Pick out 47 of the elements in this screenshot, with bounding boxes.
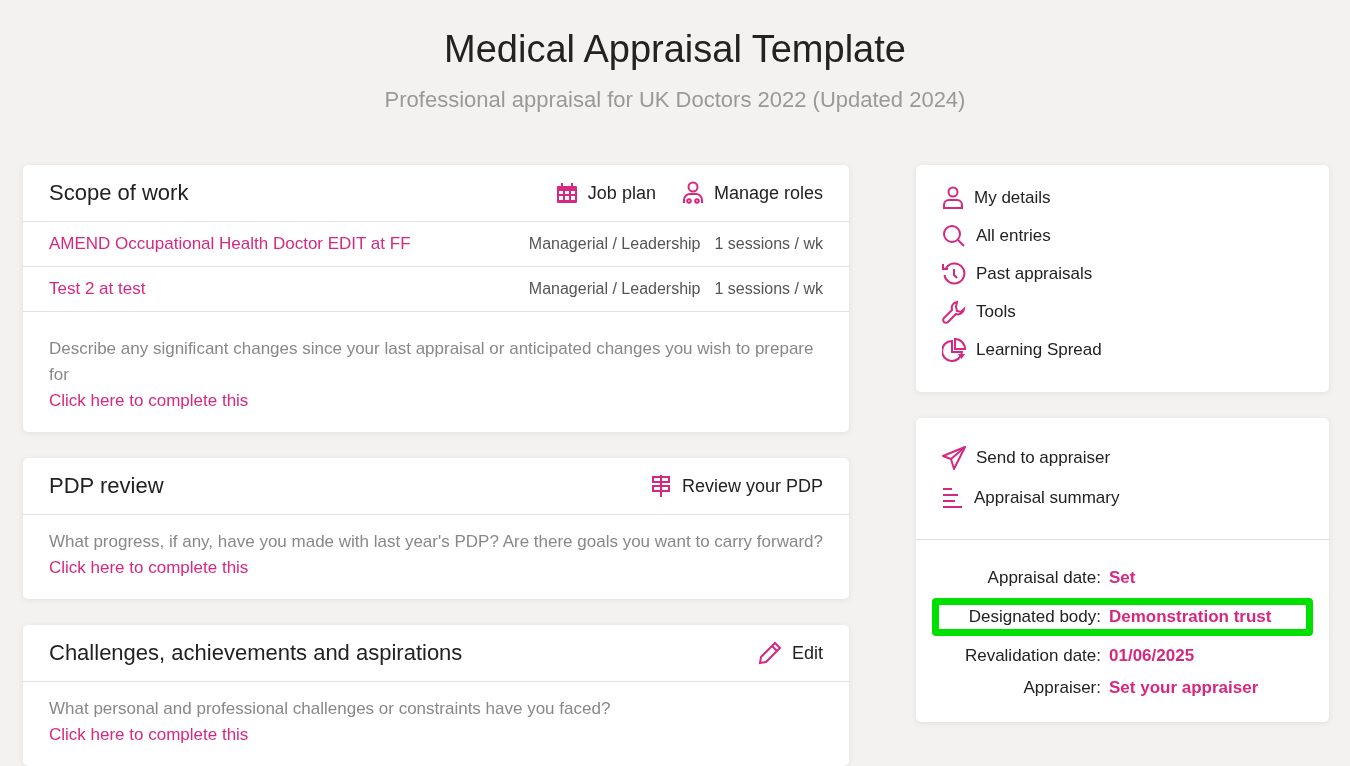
calendar-icon bbox=[555, 182, 578, 204]
complete-link[interactable]: Click here to complete this bbox=[49, 558, 249, 577]
section-title: PDP review bbox=[49, 473, 164, 499]
complete-link[interactable]: Click here to complete this bbox=[49, 725, 249, 744]
role-sessions: 1 sessions / wk bbox=[714, 280, 823, 298]
detail-label: Revalidation date: bbox=[963, 646, 1101, 666]
role-sessions: 1 sessions / wk bbox=[714, 235, 823, 253]
menu-item[interactable]: Learning Spread bbox=[942, 338, 1303, 362]
pencil-icon bbox=[757, 641, 782, 665]
submission-action[interactable]: Appraisal summary bbox=[942, 487, 1303, 509]
detail-value-link[interactable]: Demonstration trust bbox=[1109, 607, 1294, 627]
menu-item[interactable]: Tools bbox=[942, 300, 1303, 324]
signpost-icon bbox=[649, 474, 672, 498]
wrench-icon bbox=[942, 300, 966, 324]
detail-label: Appraiser: bbox=[1022, 678, 1101, 698]
paper-plane-icon bbox=[942, 446, 966, 470]
section-prompt: What personal and professional challenges or constraints have you faced? bbox=[49, 698, 612, 720]
submission-action[interactable]: Send to appraiser bbox=[942, 446, 1303, 470]
history-icon bbox=[942, 262, 966, 286]
section-action-link[interactable]: Edit bbox=[757, 641, 823, 665]
detail-label: Designated body: bbox=[967, 607, 1101, 627]
section-prompt: Describe any significant changes since your last appraisal or anticipated changes you wish to prepare for bbox=[49, 338, 815, 386]
page-subtitle: Professional appraisal for UK Doctors 2022 (Updated 2024) bbox=[383, 87, 967, 113]
section-prompt: What progress, if any, have you made with last year's PDP? Are there goals you want to carry forward? bbox=[49, 531, 823, 553]
detail-label: Appraisal date: bbox=[986, 568, 1101, 588]
section-action-link[interactable]: Manage roles bbox=[681, 181, 823, 205]
section-action-link[interactable]: Review your PDP bbox=[649, 474, 823, 498]
pie-chart-icon bbox=[942, 338, 966, 362]
section-action-link[interactable]: Job plan bbox=[555, 181, 656, 205]
detail-value-link[interactable]: Set your appraiser bbox=[1109, 678, 1294, 698]
detail-value-link[interactable]: Set bbox=[1109, 568, 1294, 588]
role-category: Managerial / Leadership bbox=[528, 235, 701, 253]
role-link[interactable]: Test 2 at test bbox=[49, 279, 529, 299]
text-lines-icon bbox=[942, 487, 964, 509]
section-title: Scope of work bbox=[49, 180, 189, 206]
detail-value-link[interactable]: 01/06/2025 bbox=[1109, 646, 1294, 666]
menu-item[interactable]: All entries bbox=[942, 224, 1303, 248]
section-title: Challenges, achievements and aspirations bbox=[49, 640, 463, 666]
page-title: Medical Appraisal Template bbox=[443, 28, 907, 71]
search-icon bbox=[942, 224, 966, 248]
person-icon bbox=[942, 186, 964, 210]
menu-item[interactable]: Past appraisals bbox=[942, 262, 1303, 286]
person-icon bbox=[681, 181, 704, 205]
role-category: Managerial / Leadership bbox=[528, 280, 701, 298]
complete-link[interactable]: Click here to complete this bbox=[49, 391, 249, 410]
role-link[interactable]: AMEND Occupational Health Doctor EDIT at FF bbox=[49, 234, 529, 254]
menu-item[interactable]: My details bbox=[942, 186, 1303, 210]
